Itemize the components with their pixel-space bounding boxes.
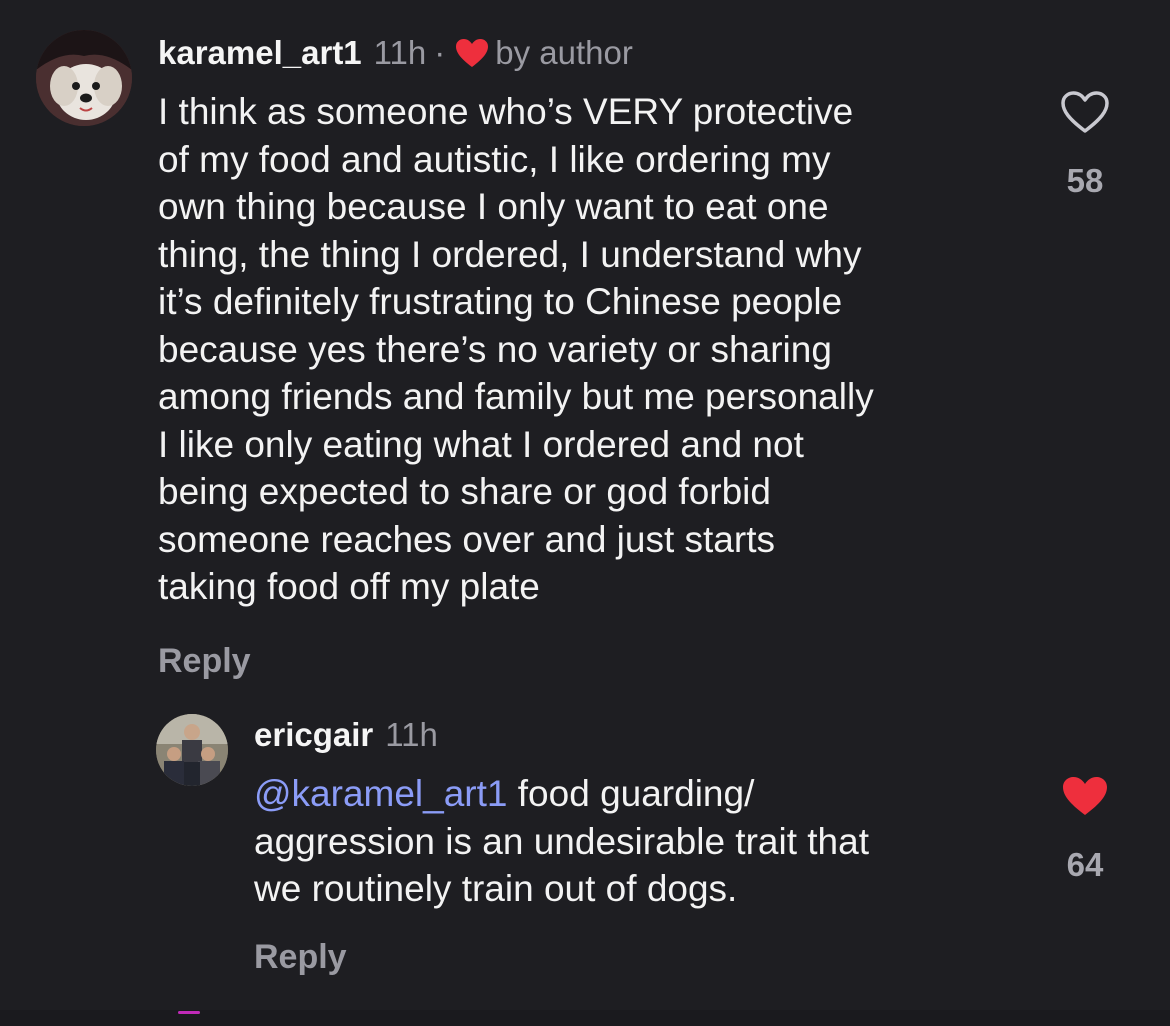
comment-line: among friends and family but me personal… [158,376,874,417]
username[interactable]: karamel_art1 [158,34,362,72]
heart-outline-icon [1061,91,1109,133]
comment-line: @karamel_art1 food guarding/ [254,770,869,818]
like-button[interactable]: 58 [1045,90,1125,200]
separator-dot: · [434,34,446,71]
bottom-accent-mark [178,1011,200,1014]
comment-line: because yes there’s no variety or sharin… [158,328,832,370]
comment-line: someone reaches over and just starts [158,518,775,560]
reply-button[interactable]: Reply [254,938,347,977]
like-count: 64 [1066,846,1104,883]
comment-line: it’s definitely frustrating to Chinese p… [158,281,843,322]
bottom-divider [0,1010,1170,1026]
comment-text: @karamel_art1 food guarding/ aggression … [254,770,869,913]
comment-line: we routinely train out of dogs. [254,868,738,909]
group-photo-avatar-image [156,714,228,786]
comment-line: own thing because I only want to eat one [158,186,829,227]
comment-line: I like only eating what I ordered and no… [158,423,804,465]
mention-link[interactable]: @karamel_art1 [254,773,508,814]
comment-line: aggression is an undesirable trait that [254,820,869,862]
like-button[interactable]: 64 [1045,774,1125,884]
comment-line-text: food guarding/ [507,773,755,814]
comment-header: karamel_art1 11h · by author [158,34,633,72]
avatar[interactable] [36,30,132,126]
author-badge: by author [495,34,633,71]
comment-line: taking food off my plate [158,566,540,607]
comment-header: ericgair 11h [254,716,438,754]
reply-button[interactable]: Reply [158,642,251,681]
comment-line: I think as someone who’s VERY protective [158,91,854,132]
like-count: 58 [1066,162,1104,199]
comment-line: of my food and autistic, I like ordering… [158,138,831,180]
timestamp: 11h [385,716,438,753]
comment-line: being expected to share or god forbid [158,471,771,512]
comment-karamel: karamel_art1 11h · by author I think as … [0,0,1170,700]
comment-line: thing, the thing I ordered, I understand… [158,233,862,275]
timestamp: 11h [373,34,427,71]
heart-filled-icon [1063,777,1107,815]
comment-ericgair: ericgair 11h @karamel_art1 food guarding… [0,700,1170,1010]
dog-avatar-image [36,30,132,126]
avatar[interactable] [156,714,228,786]
author-liked-heart-icon [455,38,489,68]
username[interactable]: ericgair [254,716,373,754]
comment-text: I think as someone who’s VERY protective… [158,88,874,611]
